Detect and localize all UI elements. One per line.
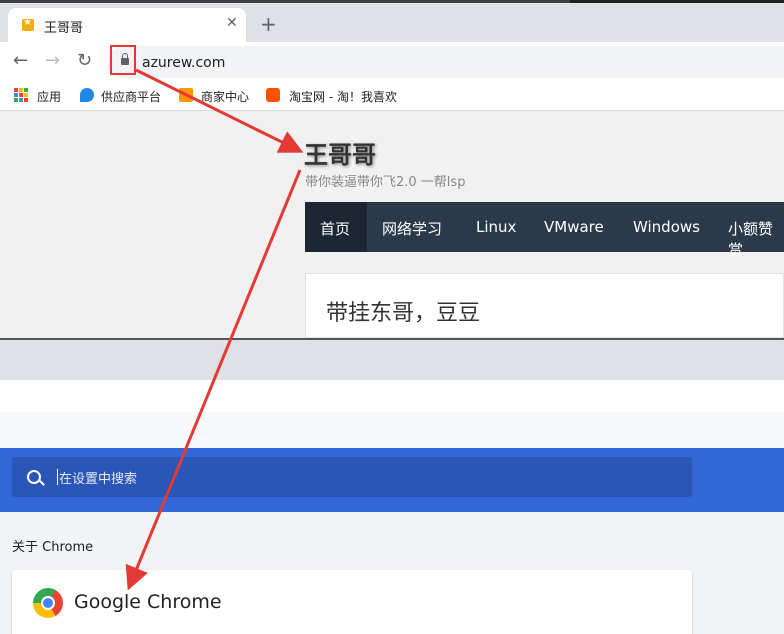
nav-item-donate[interactable]: 小额赞赏 xyxy=(728,218,784,260)
settings-toolbar xyxy=(0,380,784,412)
search-icon xyxy=(27,470,41,484)
forward-button[interactable]: → xyxy=(45,51,60,71)
site-title[interactable]: 王哥哥 xyxy=(304,135,376,170)
site-nav: 首页 网络学习 Linux VMware Windows 小额赞赏 xyxy=(305,202,784,259)
text-caret xyxy=(57,469,58,485)
bookmark-taobao[interactable]: 淘宝网 - 淘！我喜欢 xyxy=(289,88,397,105)
site-subtitle: 带你装逼带你飞2.0 一帮lsp xyxy=(305,175,466,190)
tab-title: 王哥哥 xyxy=(44,21,84,36)
taobao-icon xyxy=(266,88,280,102)
bookmark-supplier[interactable]: 供应商平台 xyxy=(101,88,161,105)
bookmark-apps[interactable]: 应用 xyxy=(37,88,61,105)
url-text[interactable]: azurew.com xyxy=(142,55,225,71)
supplier-icon xyxy=(80,88,94,102)
window-top-edge-dark xyxy=(570,0,784,3)
apps-grid-icon[interactable] xyxy=(14,88,28,102)
back-button[interactable]: ← xyxy=(13,51,28,71)
tab-strip: 王哥哥 ✕ + xyxy=(0,0,784,42)
about-chrome-heading: 关于 Chrome xyxy=(12,540,94,555)
settings-screenshot: 在设置中搜索 关于 Chrome Google Chrome xyxy=(0,340,784,634)
settings-bookmarks-bar xyxy=(0,412,784,448)
bookmark-merchant[interactable]: 商家中心 xyxy=(201,88,249,105)
settings-search-placeholder: 在设置中搜索 xyxy=(59,472,138,487)
browser-screenshot: 王哥哥 ✕ + ← → ↻ azurew.com 应用 供应商平台 商家中心 淘… xyxy=(0,0,784,338)
nav-item-windows[interactable]: Windows xyxy=(633,218,700,236)
settings-tab-strip xyxy=(0,340,784,380)
reload-button[interactable]: ↻ xyxy=(77,51,92,71)
chrome-logo-icon xyxy=(33,588,63,618)
new-tab-button[interactable]: + xyxy=(260,14,277,34)
chrome-product-name: Google Chrome xyxy=(74,591,222,613)
merchant-icon xyxy=(179,88,193,102)
post-title[interactable]: 带挂东哥，豆豆 xyxy=(326,295,480,327)
nav-item-home[interactable]: 首页 xyxy=(320,218,350,239)
tab-close-icon[interactable]: ✕ xyxy=(226,15,238,31)
site-favicon-icon xyxy=(22,17,34,31)
lock-highlight-box xyxy=(110,45,136,75)
nav-item-vmware[interactable]: VMware xyxy=(544,218,604,236)
nav-item-network[interactable]: 网络学习 xyxy=(382,218,442,239)
nav-item-linux[interactable]: Linux xyxy=(476,218,516,236)
browser-tab[interactable]: 王哥哥 ✕ xyxy=(8,8,246,42)
